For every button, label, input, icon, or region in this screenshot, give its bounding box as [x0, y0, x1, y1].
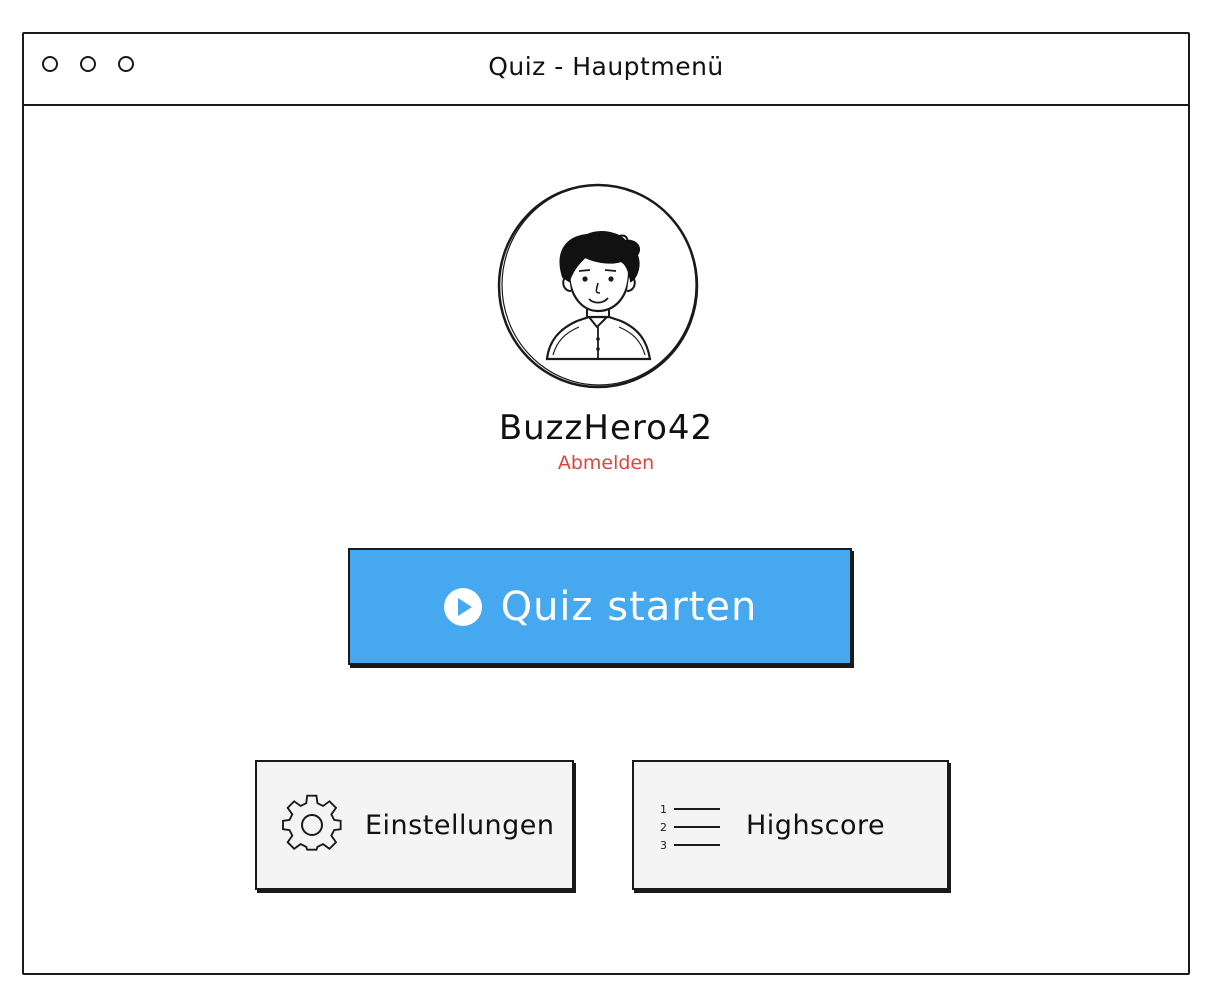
title-bar: Quiz - Hauptmenü: [24, 34, 1188, 106]
highscore-button[interactable]: 1 2 3 Highscore: [632, 760, 949, 890]
rank-number: 3: [660, 839, 667, 852]
settings-button[interactable]: Einstellungen: [255, 760, 574, 890]
window-title: Quiz - Hauptmenü: [488, 52, 724, 81]
settings-label: Einstellungen: [365, 809, 555, 841]
play-icon: [443, 587, 483, 627]
gear-icon: [281, 794, 343, 856]
app-window: Quiz - Hauptmenü BuzzHero42 Abmelden Qui…: [22, 32, 1190, 975]
username: BuzzHero42: [498, 408, 714, 448]
rank-number: 2: [660, 821, 667, 834]
logout-link[interactable]: Abmelden: [24, 452, 1188, 474]
highscore-label: Highscore: [746, 809, 886, 841]
ranked-list-icon: 1 2 3: [658, 795, 724, 855]
start-quiz-label: Quiz starten: [500, 583, 758, 630]
user-avatar-icon: [497, 181, 701, 389]
start-quiz-button[interactable]: Quiz starten: [348, 548, 852, 665]
rank-number: 1: [660, 803, 667, 816]
